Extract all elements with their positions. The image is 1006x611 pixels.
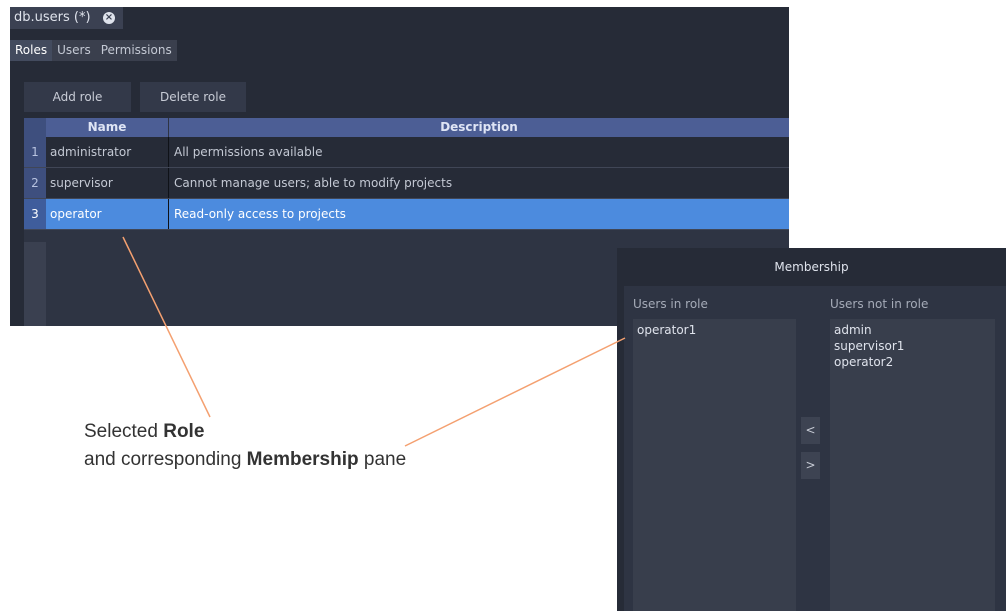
callout-lines [122,236,626,447]
role-callout-line [122,236,211,418]
caption-text: and corresponding [84,449,247,470]
caption-text: pane [358,449,407,470]
caption-line-2: and corresponding Membership pane [84,446,406,474]
caption-text: Selected [84,421,164,442]
membership-callout-line [404,337,626,447]
caption-emphasis: Role [163,421,205,442]
callout-caption: Selected Role and corresponding Membersh… [84,418,406,474]
caption-line-1: Selected Role [84,418,406,446]
caption-emphasis: Membership [246,449,359,470]
